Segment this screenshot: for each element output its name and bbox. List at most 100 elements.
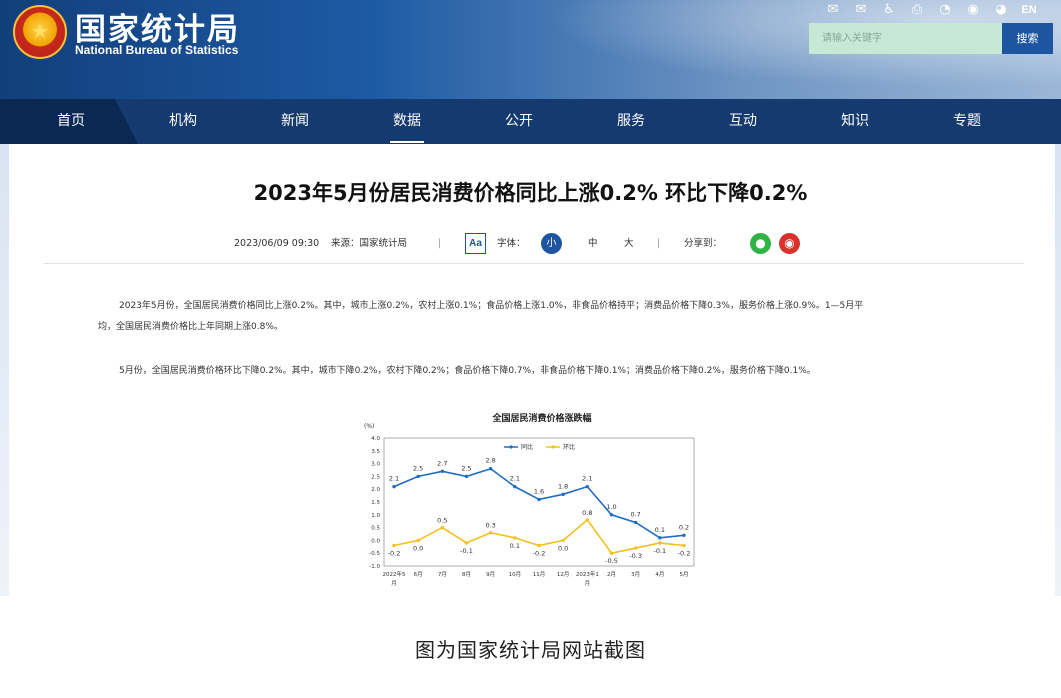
x-tick-label: 2月 — [607, 571, 616, 578]
data-point-0 — [464, 474, 469, 479]
y-tick-label: 0.5 — [371, 526, 380, 532]
x-tick-label-2: 月 — [391, 580, 397, 587]
legend-marker-1 — [551, 445, 555, 449]
cpi-chart-svg: 全国居民消费价格涨跌幅 (%) 4.0 3.5 3.0 2.5 2.0 1.5 1.0 0.5… — [364, 412, 695, 587]
data-point-0 — [537, 497, 541, 502]
wechat-icon[interactable]: ◕ — [987, 2, 1015, 18]
chart-y-axis-label: (%) — [364, 423, 374, 430]
y-tick-label: 0.0 — [371, 538, 380, 544]
data-label-0: 2.7 — [437, 459, 447, 467]
y-tick-label: 3.5 — [371, 449, 380, 455]
y-tick-label: 1.0 — [371, 513, 380, 519]
data-point-0 — [585, 484, 590, 489]
data-label-0: 0.7 — [630, 510, 640, 518]
nav-item-institutions[interactable]: 机构 — [148, 99, 218, 144]
site-name-en[interactable]: National Bureau of Statistics — [75, 43, 238, 57]
meta-separator: | — [438, 238, 442, 249]
paragraph-1-line-2: 均，全国居民消费价格比上年同期上涨0.8%。 — [98, 322, 283, 332]
data-label-1: 0.0 — [558, 544, 568, 552]
nav-item-services[interactable]: 服务 — [596, 99, 666, 144]
data-label-1: -0.2 — [388, 550, 401, 558]
national-emblem-logo[interactable]: ★ — [13, 5, 67, 59]
nav-item-knowledge[interactable]: 知识 — [820, 99, 890, 144]
data-label-0: 1.8 — [558, 482, 568, 490]
content-frame-left — [0, 144, 9, 596]
mini-program-icon[interactable]: ◔ — [931, 2, 959, 18]
data-point-1 — [658, 541, 662, 545]
paragraph-1-line-1: 2023年5月份，全国居民消费价格同比上涨0.2%。其中，城市上涨0.2%，农村… — [119, 301, 864, 311]
x-tick-label: 11月 — [533, 571, 546, 578]
x-tick-label: 8月 — [462, 571, 471, 578]
data-label-0: 2.5 — [461, 464, 471, 472]
publish-datetime: 2023/06/09 09:30 — [234, 238, 320, 249]
x-tick-label: 4月 — [655, 571, 664, 578]
nav-item-topics[interactable]: 专题 — [932, 99, 1002, 144]
weibo-share-icon[interactable]: ◉ — [779, 233, 800, 254]
article-title: 2023年5月份居民消费价格同比上涨0.2% 环比下降0.2% — [253, 181, 808, 205]
y-tick-label: -1.0 — [369, 564, 380, 570]
data-point-1 — [513, 536, 517, 540]
font-size-label: 字体： — [497, 238, 526, 249]
data-label-0: 2.5 — [413, 464, 423, 472]
data-label-0: 2.1 — [582, 475, 592, 483]
mailbox-icon[interactable]: ✉ — [847, 2, 875, 18]
x-tick-label: 2023年1 — [576, 570, 599, 578]
x-tick-label: 2022年5 — [383, 570, 406, 578]
x-tick-label: 5月 — [680, 571, 689, 578]
legend-label-1: 环比 — [563, 443, 575, 451]
nav-item-home[interactable]: 首页 — [36, 99, 106, 144]
data-point-1 — [488, 531, 493, 535]
data-label-0: 2.1 — [510, 475, 520, 483]
data-label-1: 0.3 — [485, 522, 495, 530]
legend-label-0: 同比 — [521, 443, 533, 451]
nav-item-news[interactable]: 新闻 — [260, 99, 330, 144]
data-label-1: 0.0 — [413, 544, 423, 552]
wechat-share-icon[interactable]: ● — [750, 233, 771, 254]
english-link[interactable]: EN — [1015, 2, 1043, 18]
data-point-1 — [609, 551, 614, 555]
series-line-0 — [393, 467, 685, 539]
y-tick-label: 2.5 — [371, 474, 380, 480]
legend-marker-0 — [509, 445, 513, 449]
data-label-1: -0.3 — [629, 552, 642, 560]
main-nav: 首页 机构 新闻 数据 公开 服务 互动 知识 专题 — [0, 99, 1061, 144]
nav-item-interaction[interactable]: 互动 — [708, 99, 778, 144]
chart-title: 全国居民消费价格涨跌幅 — [491, 412, 591, 424]
content-frame-right — [1055, 144, 1061, 596]
x-tick-label: 10月 — [509, 571, 522, 578]
y-tick-label: -0.5 — [369, 551, 380, 557]
font-small-button[interactable]: 小 — [541, 233, 562, 254]
font-large-button[interactable]: 大 — [624, 236, 634, 252]
accessibility-icon[interactable]: ♿ — [875, 2, 903, 18]
data-point-1 — [585, 518, 590, 522]
cpi-chart: 全国居民消费价格涨跌幅 (%) 4.0 3.5 3.0 2.5 2.0 1.5 1.0 0.5… — [354, 406, 704, 596]
x-tick-label: 9月 — [486, 571, 495, 578]
data-point-0 — [658, 536, 662, 540]
data-label-1: -0.1 — [653, 547, 666, 555]
font-medium-button[interactable]: 中 — [588, 236, 598, 252]
data-label-1: 0.5 — [437, 517, 447, 525]
data-label-1: -0.5 — [605, 557, 618, 565]
nav-item-data[interactable]: 数据 — [372, 99, 442, 144]
top-utility-icons: ✉ ✉ ♿ ⎙ ◔ ◉ ◕ EN — [819, 2, 1043, 18]
print-icon[interactable]: ⎙ — [903, 2, 931, 18]
data-point-1 — [633, 546, 638, 550]
data-point-1 — [464, 541, 469, 545]
nav-item-public[interactable]: 公开 — [484, 99, 554, 144]
data-label-1: 0.8 — [582, 509, 592, 517]
data-point-1 — [416, 538, 420, 543]
data-point-0 — [416, 474, 420, 479]
weibo-icon[interactable]: ◉ — [959, 2, 987, 18]
y-tick-label: 4.0 — [371, 436, 380, 442]
search-button[interactable]: 搜索 — [1002, 23, 1053, 54]
mail-icon[interactable]: ✉ — [819, 2, 847, 18]
data-point-0 — [609, 513, 614, 517]
data-label-1: 0.1 — [510, 542, 520, 550]
search-input[interactable]: 请输入关键字 — [809, 23, 1002, 54]
y-tick-label: 3.0 — [371, 462, 380, 468]
data-label-1: -0.1 — [460, 547, 473, 555]
data-point-0 — [392, 484, 396, 489]
y-tick-label: 1.5 — [371, 500, 380, 506]
font-size-icon[interactable]: Aa — [465, 233, 486, 254]
article-source: 来源：国家统计局 — [331, 238, 408, 249]
